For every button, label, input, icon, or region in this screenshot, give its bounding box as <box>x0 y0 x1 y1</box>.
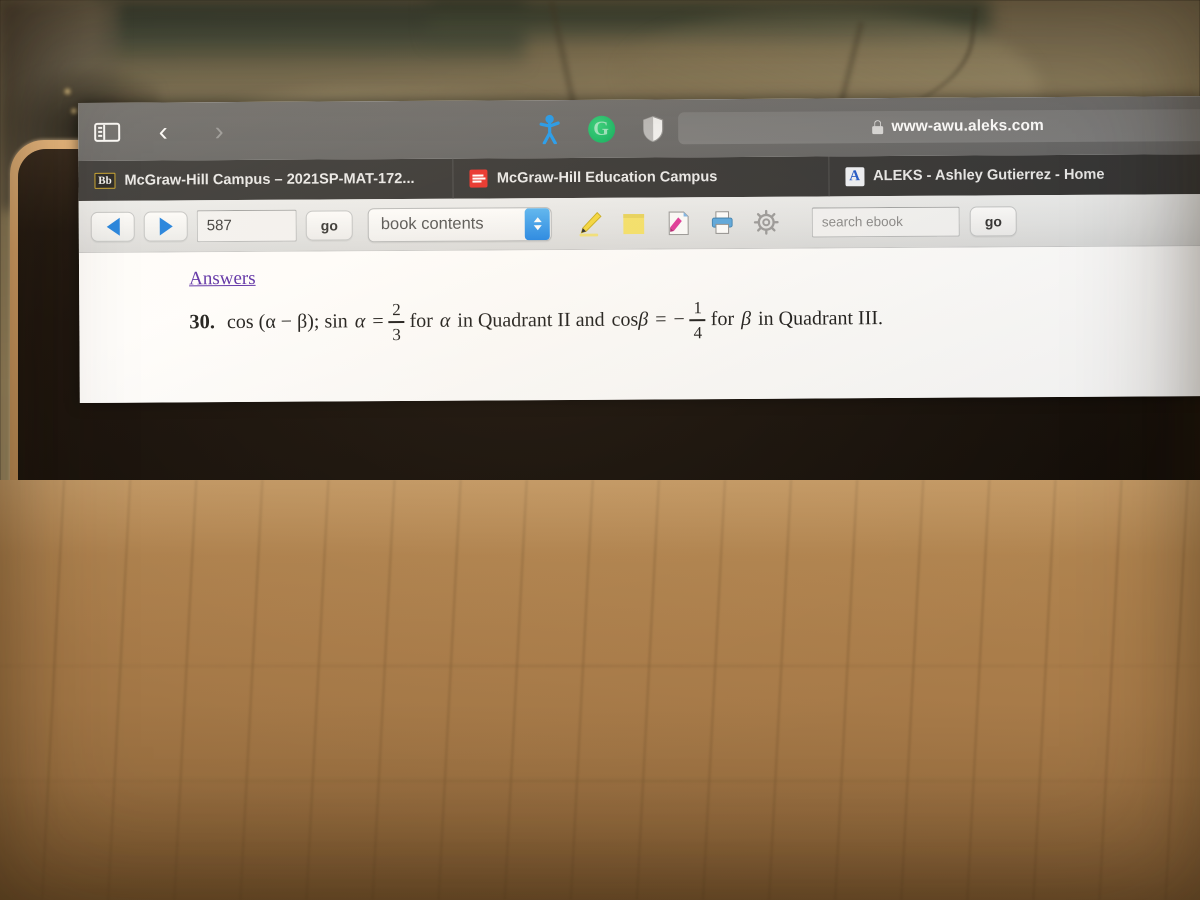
problem-30: 30. cos (α − β); sin α = 2 3 for α in Qu… <box>189 296 1200 344</box>
for-text: for <box>710 308 735 331</box>
ebook-tools <box>575 207 781 238</box>
lock-icon <box>872 120 884 135</box>
beta-symbol: β <box>638 308 649 331</box>
equals-sign: = <box>655 308 667 331</box>
foreground-fabric <box>0 480 1200 900</box>
alpha-symbol: α <box>354 310 366 333</box>
printer-glyph <box>711 211 733 234</box>
ebook-page-content: Answers 30. cos (α − β); sin α = 2 3 for… <box>78 246 1200 403</box>
fraction-denominator: 4 <box>693 322 703 342</box>
mcgraw-hill-favicon <box>469 169 488 188</box>
browser-window: ‹ › G www-awu.aleks.com Bb McGraw-Hill C… <box>78 96 1200 403</box>
background-highlight <box>70 107 78 115</box>
cos-label: cos <box>611 308 639 332</box>
search-go-button[interactable]: go <box>969 205 1018 237</box>
photo-scene: ‹ › G www-awu.aleks.com Bb McGraw-Hill C… <box>0 0 1200 900</box>
grammarly-extension-icon[interactable]: G <box>586 115 616 143</box>
forward-button-label: › <box>214 115 224 146</box>
fraction-two-thirds: 2 3 <box>388 300 405 344</box>
blackboard-favicon-label: Bb <box>94 172 116 189</box>
tab-mcgraw-hill-campus-blackboard[interactable]: Bb McGraw-Hill Campus – 2021SP-MAT-172..… <box>78 158 454 201</box>
fraction-numerator: 1 <box>693 298 702 318</box>
tab-label: McGraw-Hill Education Campus <box>496 169 718 187</box>
honey-extension-icon[interactable] <box>534 114 564 145</box>
next-page-icon[interactable] <box>143 210 188 242</box>
background-highlight <box>63 87 72 96</box>
shield-privacy-icon[interactable] <box>638 114 668 142</box>
tab-aleks-home[interactable]: A ALEKS - Ashley Gutierrez - Home <box>829 154 1200 196</box>
url-text: www-awu.aleks.com <box>891 117 1044 136</box>
forward-chevron-icon[interactable]: › <box>204 115 234 146</box>
highlighter-pencil-icon[interactable] <box>575 208 605 238</box>
fraction-numerator: 2 <box>392 300 401 320</box>
honey-figure-glyph <box>539 114 560 145</box>
print-icon[interactable] <box>707 207 737 237</box>
quadrant-three-text: in Quadrant III. <box>757 307 884 331</box>
page-number-input[interactable]: 587 <box>196 209 297 242</box>
for-text: for <box>409 310 433 333</box>
problem-number: 30. <box>189 311 216 334</box>
search-placeholder: search ebook <box>821 213 903 230</box>
bookmark-page-icon[interactable] <box>663 208 693 238</box>
sidebar-toggle-icon[interactable] <box>92 118 122 146</box>
note-glyph <box>623 213 645 234</box>
fraction-one-fourth: 1 4 <box>689 298 706 342</box>
ebook-toolbar: 587 go book contents search ebook go <box>78 194 1200 253</box>
tab-label: McGraw-Hill Campus – 2021SP-MAT-172... <box>124 170 415 189</box>
search-input[interactable]: search ebook <box>811 206 960 238</box>
answers-link[interactable]: Answers <box>189 268 256 290</box>
extension-icons: G <box>534 114 668 145</box>
equals-sign: = <box>372 310 384 333</box>
page-number-value: 587 <box>206 217 232 235</box>
address-bar[interactable]: www-awu.aleks.com <box>678 108 1200 145</box>
quadrant-two-text: in Quadrant II and <box>457 309 605 332</box>
gear-glyph <box>753 209 779 235</box>
book-contents-select[interactable]: book contents <box>367 206 552 242</box>
bookmark-glyph <box>668 211 689 236</box>
alpha-symbol: α <box>439 310 451 333</box>
pencil-glyph <box>579 211 602 237</box>
ebook-search: search ebook go <box>811 205 1018 238</box>
blackboard-favicon: Bb <box>94 172 116 189</box>
go-page-button[interactable]: go <box>305 209 353 241</box>
browser-toolbar: ‹ › G www-awu.aleks.com <box>78 96 1200 161</box>
minus-sign: − <box>673 308 685 331</box>
grammarly-g-label: G <box>587 115 615 143</box>
back-chevron-icon[interactable]: ‹ <box>148 115 178 147</box>
settings-gear-icon[interactable] <box>751 207 781 237</box>
fraction-denominator: 3 <box>392 324 401 344</box>
book-contents-label: book contents <box>380 214 484 234</box>
previous-page-icon[interactable] <box>90 211 135 242</box>
beta-symbol: β <box>741 308 752 331</box>
expression-prefix: cos (α − β); sin <box>226 310 348 334</box>
aleks-favicon: A <box>845 166 865 186</box>
tab-label: ALEKS - Ashley Gutierrez - Home <box>873 166 1105 185</box>
aleks-favicon-label: A <box>845 166 865 186</box>
sticky-note-icon[interactable] <box>619 208 649 238</box>
tab-mcgraw-hill-education-campus[interactable]: McGraw-Hill Education Campus <box>453 156 830 199</box>
stepper-arrows-icon <box>524 207 550 240</box>
shield-glyph <box>643 115 664 142</box>
back-button-label: ‹ <box>158 115 168 147</box>
tab-bar: Bb McGraw-Hill Campus – 2021SP-MAT-172..… <box>78 154 1200 201</box>
